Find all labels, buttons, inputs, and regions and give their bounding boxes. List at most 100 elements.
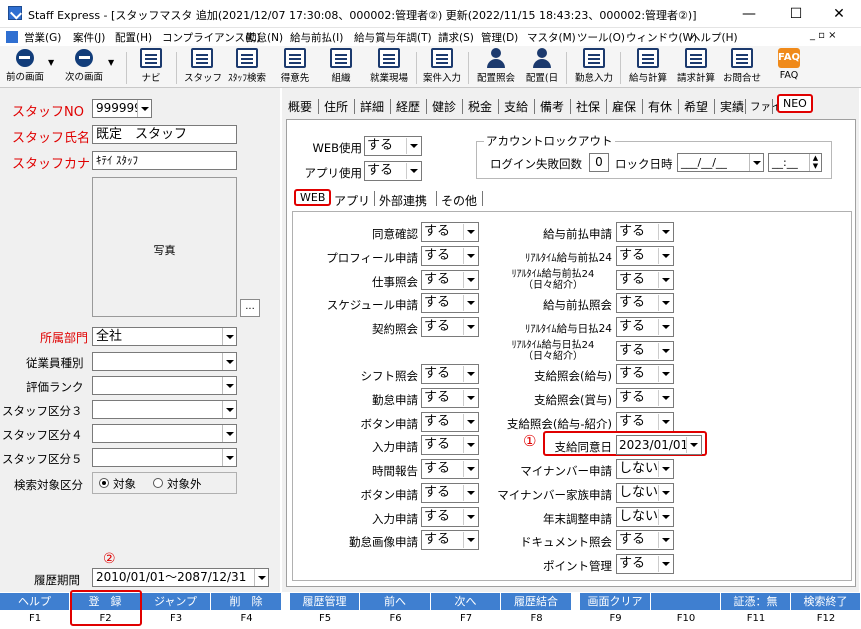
f6-prev-button[interactable]: 前へ	[360, 593, 431, 610]
emp-type-select[interactable]	[92, 352, 237, 371]
row-pay-inquiry-salary-select[interactable]: する	[616, 364, 674, 384]
row-time-report-select[interactable]: する	[421, 459, 479, 479]
f8-merge-button[interactable]: 履歴結合	[501, 593, 572, 610]
f5-history-button[interactable]: 履歴管理	[290, 593, 360, 610]
menu-master[interactable]: マスタ(M)	[527, 30, 576, 45]
toolbar-worksite[interactable]: 就業現場	[366, 48, 412, 84]
tab-health[interactable]: 健診	[432, 98, 456, 115]
dept-select[interactable]: 全社	[92, 327, 237, 346]
tab-results[interactable]: 実績	[720, 98, 744, 115]
toolbar-staff[interactable]: スタッフ	[184, 48, 222, 84]
lock-time-input[interactable]: __:__ ▲ ▼	[768, 153, 822, 172]
close-button[interactable]: ✕	[817, 0, 861, 28]
lock-date-input[interactable]: ___/__/__	[677, 153, 764, 172]
cat3-select[interactable]	[92, 400, 237, 419]
mdi-controls[interactable]: _ ▫ ×	[810, 30, 837, 41]
row-points-select[interactable]: する	[616, 554, 674, 574]
tab-social-insurance[interactable]: 社保	[576, 98, 600, 115]
web-use-select[interactable]: する	[364, 136, 422, 156]
menu-payroll[interactable]: 給与賞与年調(T)	[354, 30, 432, 45]
toolbar-next-screen[interactable]: 次の画面	[62, 48, 106, 83]
mdi-app-icon[interactable]	[6, 31, 18, 43]
f3-jump-button[interactable]: ジャンプ	[141, 593, 211, 610]
minimize-button[interactable]: —	[727, 0, 771, 28]
toolbar-prev-screen[interactable]: 前の画面	[4, 48, 46, 83]
toolbar-navi[interactable]: ナビ	[136, 48, 166, 84]
row-realtime-advance-select[interactable]: する	[616, 246, 674, 266]
tab-tax[interactable]: 税金	[468, 98, 492, 115]
f4-delete-button[interactable]: 削 除	[211, 593, 282, 610]
row-advance-request-select[interactable]: する	[616, 222, 674, 242]
row-document-select[interactable]: する	[616, 530, 674, 550]
subtab-app[interactable]: アプリ	[334, 192, 370, 209]
row-contract-select[interactable]: する	[421, 317, 479, 337]
menu-admin[interactable]: 管理(D)	[481, 30, 518, 45]
toolbar-faq[interactable]: FAQ FAQ	[774, 48, 804, 81]
maximize-button[interactable]: ☐	[774, 0, 818, 28]
tab-address[interactable]: 住所	[324, 98, 348, 115]
tab-wishes[interactable]: 希望	[684, 98, 708, 115]
subtab-other[interactable]: その他	[441, 192, 477, 209]
f10-button[interactable]	[651, 593, 721, 610]
toolbar-project-entry[interactable]: 案件入力	[420, 48, 464, 84]
f12-search-end-button[interactable]: 検索終了	[791, 593, 861, 610]
radio-exclude[interactable]	[153, 478, 163, 488]
toolbar-staff-search[interactable]: ｽﾀｯﾌ検索	[224, 48, 270, 84]
menu-placement[interactable]: 配置(H)	[115, 30, 152, 45]
f7-next-button[interactable]: 次へ	[431, 593, 501, 610]
photo-browse-button[interactable]: ...	[240, 299, 260, 317]
toolbar-customer[interactable]: 得意先	[276, 48, 314, 84]
toolbar-inquiry[interactable]: お問合せ	[720, 48, 764, 84]
row-mynumber-family-select[interactable]: しない	[616, 483, 674, 503]
tab-neo[interactable]: NEO	[777, 94, 813, 113]
tab-career[interactable]: 経歴	[396, 98, 420, 115]
tab-paid-leave[interactable]: 有休	[648, 98, 672, 115]
toolbar-attendance-entry[interactable]: 勤怠入力	[572, 48, 616, 84]
history-period-select[interactable]: 2010/01/01～2087/12/31	[92, 568, 269, 587]
row-input-request-2-select[interactable]: する	[421, 507, 479, 527]
toolbar-placement-daily[interactable]: 配置(日	[522, 48, 562, 84]
cat4-select[interactable]	[92, 424, 237, 443]
f1-help-button[interactable]: ヘルプ	[0, 593, 70, 610]
menu-project[interactable]: 案件(J)	[73, 30, 105, 45]
radio-target[interactable]	[99, 478, 109, 488]
app-use-select[interactable]: する	[364, 161, 422, 181]
row-mynumber-select[interactable]: しない	[616, 459, 674, 479]
tab-employment-insurance[interactable]: 雇保	[612, 98, 636, 115]
row-schedule-select[interactable]: する	[421, 293, 479, 313]
row-consent-select[interactable]: する	[421, 222, 479, 242]
staff-name-input[interactable]: 既定 スタッフ	[92, 125, 237, 144]
tab-remarks[interactable]: 備考	[540, 98, 564, 115]
menu-attendance[interactable]: 勤怠(N)	[246, 30, 283, 45]
row-input-request-select[interactable]: する	[421, 435, 479, 455]
cat5-select[interactable]	[92, 448, 237, 467]
menu-tools[interactable]: ツール(O)	[577, 30, 625, 45]
subtab-web[interactable]: WEB	[294, 189, 332, 206]
row-pay-inquiry-referral-select[interactable]: する	[616, 412, 674, 432]
row-job-inquiry-select[interactable]: する	[421, 270, 479, 290]
row-pay-inquiry-bonus-select[interactable]: する	[616, 388, 674, 408]
rank-select[interactable]	[92, 376, 237, 395]
staff-kana-input[interactable]: ｷﾃｲ ｽﾀｯﾌ	[92, 151, 237, 170]
tab-details[interactable]: 詳細	[360, 98, 384, 115]
row-advance-inquiry-select[interactable]: する	[616, 293, 674, 313]
f11-voucher-button[interactable]: 証憑：無	[721, 593, 791, 610]
menu-sales[interactable]: 営業(G)	[24, 30, 61, 45]
chevron-down-icon[interactable]: ▼	[108, 58, 114, 67]
tab-payment[interactable]: 支給	[504, 98, 528, 115]
menu-advance-pay[interactable]: 給与前払(I)	[290, 30, 343, 45]
row-realtime-advance-daily-select[interactable]: する	[616, 270, 674, 290]
menu-help[interactable]: ヘルプ(H)	[690, 30, 738, 45]
chevron-down-icon[interactable]: ▼	[48, 58, 54, 67]
toolbar-payroll-calc[interactable]: 給与計算	[626, 48, 670, 84]
login-fail-input[interactable]: 0	[589, 153, 609, 172]
subtab-external[interactable]: 外部連携	[379, 192, 427, 209]
tab-overview[interactable]: 概要	[288, 98, 312, 115]
f9-clear-button[interactable]: 画面クリア	[580, 593, 651, 610]
menu-billing[interactable]: 請求(S)	[438, 30, 474, 45]
row-year-end-select[interactable]: しない	[616, 507, 674, 527]
row-profile-select[interactable]: する	[421, 246, 479, 266]
row-shift-select[interactable]: する	[421, 364, 479, 384]
pay-consent-date-input[interactable]: 2023/01/01	[616, 435, 702, 455]
row-realtime-daily-pay-select[interactable]: する	[616, 317, 674, 337]
